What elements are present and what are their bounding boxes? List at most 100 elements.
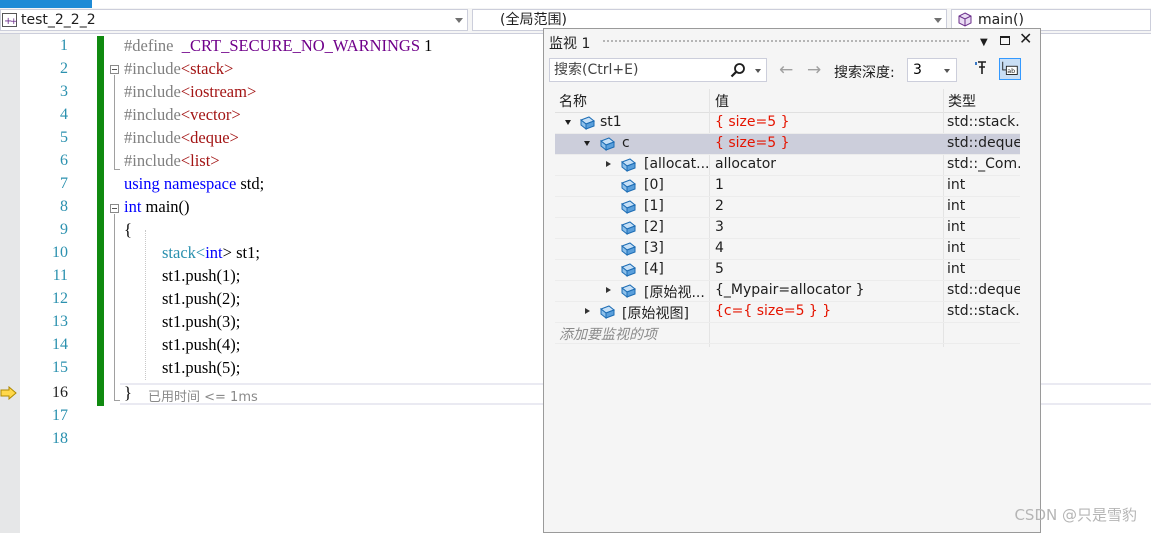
function-label: main() xyxy=(978,12,1024,28)
collapse-toggle-icon[interactable] xyxy=(110,204,119,213)
search-icon[interactable] xyxy=(730,62,746,78)
line-number: 9 xyxy=(60,221,68,238)
code-line: int main() xyxy=(124,197,190,216)
column-header-type[interactable]: 类型 xyxy=(948,91,976,111)
scope-label: (全局范围) xyxy=(500,12,567,28)
watch-type: std::_Com... xyxy=(947,156,1020,172)
chevron-down-icon[interactable] xyxy=(934,18,942,23)
variable-cube-icon xyxy=(580,116,595,131)
watch-value: 2 xyxy=(715,198,724,214)
collapse-toggle-icon[interactable] xyxy=(110,65,119,74)
code-line: st1.push(1); xyxy=(162,266,241,285)
watch-window: 监视 1 ▼ ✕ 搜索(Ctrl+E) ← → 搜索深度: 3 ab 名称 值 … xyxy=(543,28,1041,533)
add-watch-row[interactable]: 添加要监视的项 xyxy=(555,323,1020,344)
watch-name: [2] xyxy=(644,219,664,235)
code-line: #include<list> xyxy=(124,151,220,170)
column-header-name[interactable]: 名称 xyxy=(559,91,587,111)
code-line: { xyxy=(124,220,132,239)
line-number: 8 xyxy=(60,198,68,215)
watch-name: [原始视... xyxy=(644,285,705,301)
line-number: 11 xyxy=(52,267,68,284)
code-line: #define _CRT_SECURE_NO_WARNINGS 1 xyxy=(124,36,433,55)
close-icon[interactable]: ✕ xyxy=(1019,31,1032,47)
column-header-value[interactable]: 值 xyxy=(715,91,729,111)
watch-type: int xyxy=(947,219,966,235)
collapsed-arrow-icon[interactable] xyxy=(606,287,611,293)
variable-cube-icon xyxy=(621,284,636,299)
line-number: 13 xyxy=(52,313,68,330)
watch-title-bar[interactable]: 监视 1 ▼ ✕ xyxy=(544,29,1040,53)
line-number: 4 xyxy=(60,106,68,123)
variable-cube-icon xyxy=(621,242,636,257)
hex-display-toggle-icon[interactable]: ab xyxy=(999,58,1021,80)
watch-row-element[interactable]: [2] 3 int xyxy=(555,218,1020,239)
maximize-icon[interactable] xyxy=(1000,36,1010,45)
variable-cube-icon xyxy=(621,158,636,173)
code-line: st1.push(2); xyxy=(162,289,241,308)
code-line: #include<stack> xyxy=(124,59,234,78)
search-depth-select[interactable]: 3 xyxy=(907,58,957,82)
current-line-number: 16 xyxy=(52,384,68,401)
add-watch-placeholder[interactable]: 添加要监视的项 xyxy=(559,324,657,344)
expanded-arrow-icon[interactable] xyxy=(584,141,590,146)
watch-name: [原始视图] xyxy=(622,306,689,322)
code-line: st1.push(4); xyxy=(162,335,241,354)
drag-grip[interactable] xyxy=(602,39,970,44)
watch-type: std::stack... xyxy=(947,114,1020,130)
watch-type: int xyxy=(947,240,966,256)
search-depth-label: 搜索深度: xyxy=(834,65,895,81)
code-line: #include<iostream> xyxy=(124,82,257,101)
code-line: st1.push(5); xyxy=(162,358,241,377)
watch-value: { size=5 } xyxy=(715,114,790,130)
watch-row-element[interactable]: [3] 4 int xyxy=(555,239,1020,260)
variable-cube-icon xyxy=(621,263,636,278)
watermark: CSDN @只是雪豹 xyxy=(1014,506,1137,524)
watch-title: 监视 1 xyxy=(549,36,591,52)
variable-cube-icon xyxy=(621,179,636,194)
window-menu-icon[interactable]: ▼ xyxy=(980,35,988,51)
search-input[interactable]: 搜索(Ctrl+E) xyxy=(549,58,767,82)
svg-text:ab: ab xyxy=(1007,68,1015,75)
watch-row-element[interactable]: [4] 5 int xyxy=(555,260,1020,281)
watch-row-element[interactable]: [1] 2 int xyxy=(555,197,1020,218)
watch-row-st1[interactable]: st1 { size=5 } std::stack... xyxy=(555,113,1020,134)
pin-icon[interactable] xyxy=(972,58,994,80)
expanded-arrow-icon[interactable] xyxy=(565,120,571,125)
search-forward-icon[interactable]: → xyxy=(807,62,821,79)
code-line: #include<vector> xyxy=(124,105,241,124)
search-depth-value: 3 xyxy=(913,62,922,78)
search-back-icon[interactable]: ← xyxy=(779,62,793,79)
line-number: 6 xyxy=(60,152,68,169)
chevron-down-icon[interactable] xyxy=(455,18,463,23)
watch-row-raw-view[interactable]: [原始视... {_Mypair=allocator } std::deque.… xyxy=(555,281,1020,302)
fold-guide xyxy=(114,214,115,400)
watch-row-raw-view[interactable]: [原始视图] {c={ size=5 } } std::stack... xyxy=(555,302,1020,323)
watch-name: [1] xyxy=(644,198,664,214)
collapsed-arrow-icon[interactable] xyxy=(606,161,611,167)
watch-row-c[interactable]: c { size=5 } std::deque... xyxy=(555,134,1020,155)
line-number: 5 xyxy=(60,129,68,146)
watch-value: {c={ size=5 } } xyxy=(715,303,832,319)
breakpoint-gutter[interactable] xyxy=(0,34,20,533)
code-line: stack<int> st1; xyxy=(162,243,260,262)
project-dropdown[interactable]: + + test_2_2_2 xyxy=(0,9,468,31)
active-document-tab[interactable] xyxy=(0,0,92,8)
collapsed-arrow-icon[interactable] xyxy=(585,308,590,314)
watch-value: 5 xyxy=(715,261,724,277)
line-number: 12 xyxy=(52,290,68,307)
watch-type: int xyxy=(947,198,966,214)
watch-type: std::stack... xyxy=(947,303,1020,319)
fold-guide-end xyxy=(114,169,120,170)
watch-type: std::deque... xyxy=(947,282,1020,298)
watch-toolbar: 搜索(Ctrl+E) ← → 搜索深度: 3 ab xyxy=(544,55,1040,85)
chevron-down-icon[interactable] xyxy=(755,69,761,73)
elapsed-time-hint[interactable]: 已用时间 <= 1ms xyxy=(148,386,258,405)
code-line: } xyxy=(124,383,132,402)
watch-type: int xyxy=(947,261,966,277)
watch-row-allocator[interactable]: [allocat... allocator std::_Com... xyxy=(555,155,1020,176)
document-tab-strip xyxy=(0,0,1151,8)
watch-name: [0] xyxy=(644,177,664,193)
chevron-down-icon[interactable] xyxy=(944,69,950,73)
watch-value: { size=5 } xyxy=(715,135,790,151)
watch-row-element[interactable]: [0] 1 int xyxy=(555,176,1020,197)
